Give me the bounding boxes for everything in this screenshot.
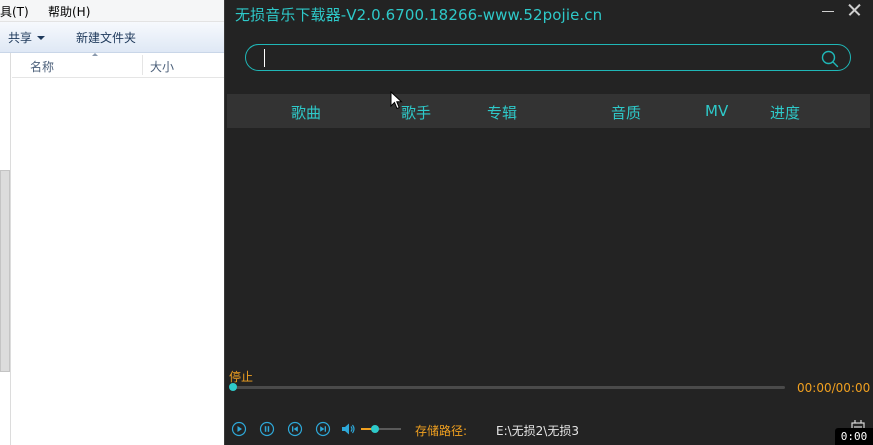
next-track-icon[interactable]: [315, 421, 331, 437]
play-icon[interactable]: [231, 421, 247, 437]
song-list-header: 歌曲 歌手 专辑 音质 MV 进度: [227, 94, 870, 128]
column-song[interactable]: 歌曲: [291, 102, 321, 123]
pause-icon[interactable]: [259, 421, 275, 437]
save-path-value[interactable]: E:\无损2\无损3: [496, 422, 579, 439]
explorer-toolbar: 共享 新建文件夹: [0, 22, 224, 53]
menu-tools[interactable]: 工具(T): [0, 3, 29, 20]
close-button[interactable]: [843, 0, 867, 22]
previous-track-icon[interactable]: [287, 421, 303, 437]
chevron-down-icon: [37, 36, 46, 40]
column-artist[interactable]: 歌手: [401, 102, 431, 123]
column-progress[interactable]: 进度: [770, 102, 800, 123]
menu-help[interactable]: 帮助(H): [48, 3, 90, 20]
minimize-button[interactable]: [817, 0, 841, 22]
navigation-scrollbar[interactable]: [0, 170, 10, 372]
search-input[interactable]: [262, 48, 812, 68]
volume-handle[interactable]: [371, 425, 379, 433]
column-quality[interactable]: 音质: [611, 102, 641, 123]
music-downloader-window: 无损音乐下载器-V2.0.6700.18266-www.52pojie.cn 歌…: [224, 0, 873, 445]
file-list-header: 名称 大小: [12, 53, 224, 78]
timestamp-badge: 0:00: [835, 428, 873, 445]
text-caret: [264, 49, 265, 67]
file-explorer-window: 工具(T) 帮助(H) 共享 新建文件夹 名称 大小: [0, 0, 224, 445]
column-album[interactable]: 专辑: [487, 102, 517, 123]
save-path-label: 存储路径:: [415, 424, 468, 438]
column-header-size[interactable]: 大小: [150, 58, 174, 75]
sort-ascending-icon: [92, 53, 98, 56]
share-label: 共享: [8, 31, 33, 45]
seek-handle[interactable]: [229, 383, 237, 391]
seek-bar[interactable]: [233, 386, 785, 389]
explorer-menubar: 工具(T) 帮助(H): [0, 0, 224, 22]
column-mv[interactable]: MV: [705, 102, 728, 120]
share-button[interactable]: 共享: [8, 29, 46, 46]
song-list[interactable]: [227, 128, 870, 368]
column-header-name[interactable]: 名称: [30, 58, 54, 75]
new-folder-button[interactable]: 新建文件夹: [76, 29, 136, 46]
playback-time: 00:00/00:00: [797, 381, 871, 395]
search-icon[interactable]: [820, 49, 840, 69]
search-bar: [245, 44, 851, 71]
column-divider[interactable]: [142, 55, 143, 75]
window-title: 无损音乐下载器-V2.0.6700.18266-www.52pojie.cn: [235, 6, 603, 24]
mouse-cursor-icon: [390, 91, 403, 110]
volume-icon[interactable]: [340, 421, 356, 437]
